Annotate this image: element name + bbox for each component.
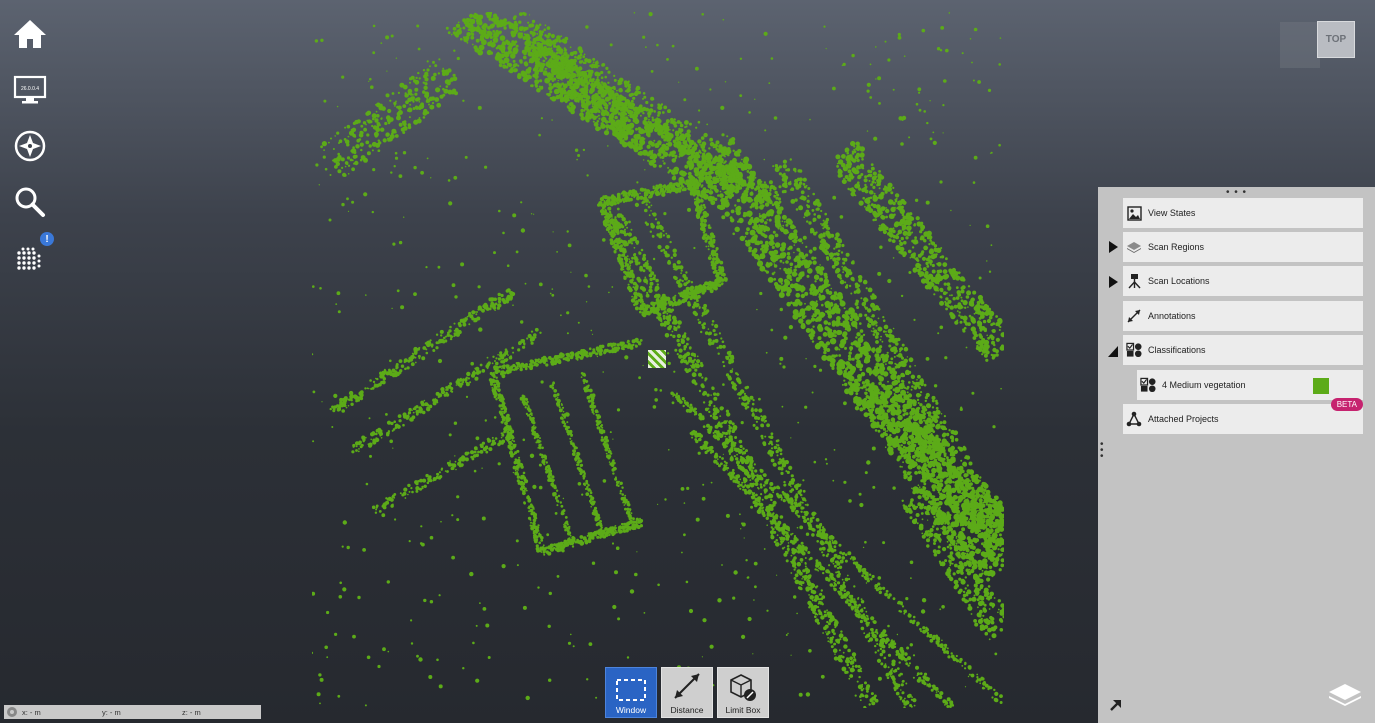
network-icon bbox=[1126, 411, 1142, 427]
tool-label: Distance bbox=[670, 705, 704, 715]
image-icon bbox=[1126, 205, 1142, 221]
panel-item-label: Classifications bbox=[1148, 345, 1206, 355]
panel-item-label: Scan Regions bbox=[1148, 242, 1205, 252]
gear-icon[interactable] bbox=[6, 706, 18, 718]
layers-panel: • • • • • • View States Scan Regions Scan … bbox=[1098, 187, 1375, 723]
shapes-icon bbox=[1140, 377, 1156, 393]
coord-x: x: - m bbox=[22, 707, 41, 717]
shapes-icon bbox=[1126, 342, 1142, 358]
view-cube-top[interactable]: TOP bbox=[1317, 21, 1355, 58]
panel-item-scan-regions[interactable]: Scan Regions bbox=[1123, 232, 1363, 262]
layers-icon bbox=[1127, 242, 1141, 253]
dashed-rectangle-icon bbox=[616, 679, 646, 701]
search-icon bbox=[15, 187, 45, 217]
panel-item-label: View States bbox=[1148, 208, 1196, 218]
panel-item-label: Scan Locations bbox=[1148, 276, 1210, 286]
distance-tool-button[interactable]: Distance bbox=[661, 667, 713, 718]
panel-side-grip[interactable]: • • • bbox=[1100, 440, 1104, 462]
3d-viewport[interactable] bbox=[0, 0, 1098, 723]
classification-item-medium-vegetation[interactable]: 4 Medium vegetation bbox=[1137, 370, 1363, 400]
tool-label: Limit Box bbox=[725, 705, 761, 715]
tripod-icon bbox=[1127, 274, 1141, 289]
coord-y: y: - m bbox=[102, 707, 121, 717]
display-version-text: 26.0.0.4 bbox=[21, 86, 39, 92]
point-cloud-button[interactable]: ! bbox=[8, 232, 54, 280]
search-button[interactable] bbox=[8, 180, 52, 224]
notification-badge: ! bbox=[40, 232, 54, 246]
tool-label: Window bbox=[615, 705, 647, 715]
classification-label: 4 Medium vegetation bbox=[1162, 380, 1246, 390]
distance-arrow-icon bbox=[674, 673, 700, 699]
collapse-arrow-icon[interactable] bbox=[1108, 345, 1118, 357]
panel-item-annotations[interactable]: Annotations bbox=[1123, 301, 1363, 331]
view-cube-shadow bbox=[1280, 22, 1320, 68]
compass-icon bbox=[14, 130, 46, 162]
window-tool-button[interactable]: Window bbox=[605, 667, 657, 718]
expand-diagonal-arrow-icon[interactable] bbox=[1108, 697, 1124, 713]
home-button[interactable] bbox=[8, 12, 52, 56]
panel-top-grip[interactable]: • • • bbox=[1226, 187, 1247, 198]
navigation-button[interactable] bbox=[8, 124, 52, 168]
panel-item-classifications[interactable]: Classifications bbox=[1123, 335, 1363, 365]
limit-box-icon bbox=[730, 674, 756, 701]
measure-toolbar: Window Distance Limit Box bbox=[605, 667, 769, 718]
panel-item-label: Annotations bbox=[1148, 311, 1196, 321]
measure-icon bbox=[1127, 309, 1141, 323]
panel-item-view-states[interactable]: View States bbox=[1123, 198, 1363, 228]
home-icon bbox=[14, 20, 46, 48]
display-settings-icon: 26.0.0.4 bbox=[13, 75, 47, 104]
limit-box-tool-button[interactable]: Limit Box bbox=[717, 667, 769, 718]
panel-item-attached-projects[interactable]: Attached Projects BETA bbox=[1123, 398, 1363, 434]
left-toolbar: 26.0.0.4 ! bbox=[8, 12, 54, 292]
coord-z: z: - m bbox=[182, 707, 201, 717]
coordinate-readout: x: - m y: - m z: - m bbox=[4, 705, 261, 719]
selection-marker bbox=[648, 350, 666, 368]
expand-arrow-icon[interactable] bbox=[1108, 276, 1118, 288]
point-cloud-icon bbox=[17, 247, 41, 270]
layers-toggle-icon[interactable] bbox=[1326, 680, 1364, 710]
beta-badge: BETA bbox=[1330, 398, 1363, 411]
panel-item-scan-locations[interactable]: Scan Locations bbox=[1123, 266, 1363, 296]
expand-arrow-icon[interactable] bbox=[1108, 241, 1118, 253]
panel-item-label: Attached Projects bbox=[1148, 414, 1219, 424]
display-settings-button[interactable]: 26.0.0.4 bbox=[8, 68, 52, 112]
classification-color-swatch[interactable] bbox=[1313, 378, 1329, 394]
